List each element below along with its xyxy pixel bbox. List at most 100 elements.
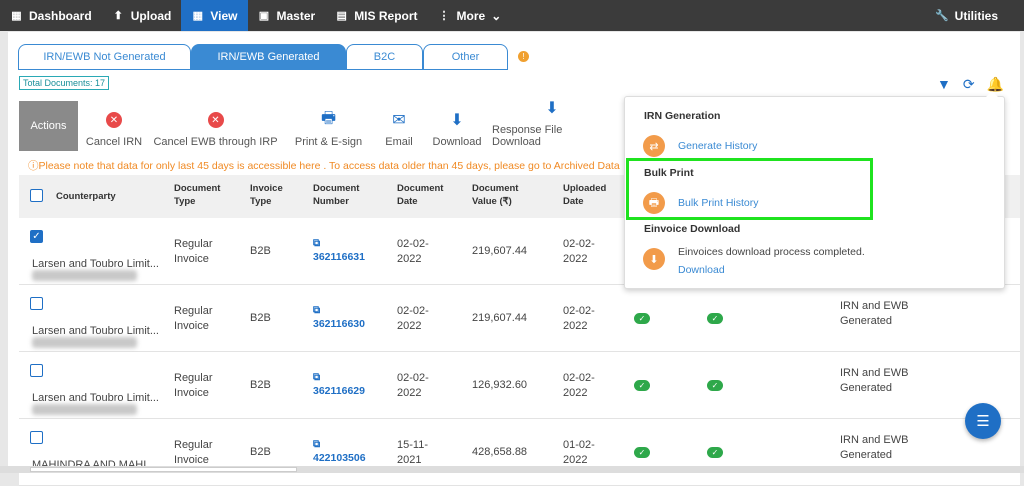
document-number-link[interactable]: ⧉ 362116630 — [313, 305, 365, 332]
generate-history-link[interactable]: Generate History — [678, 140, 757, 152]
tab-other[interactable]: Other — [423, 44, 508, 70]
document-number-link[interactable]: ⧉ 362116631 — [313, 238, 365, 265]
mail-icon: ✉ — [391, 112, 407, 129]
row-checkbox[interactable]: ✓ — [30, 230, 43, 243]
irn-status-check-icon: ✓ — [634, 313, 650, 324]
document-date: 15-11-2021 — [397, 439, 428, 466]
sliders-icon: ☰ — [976, 413, 990, 430]
nav-mis-report[interactable]: ▤ MIS Report — [325, 0, 427, 31]
nav-upload-label: Upload — [130, 8, 172, 23]
status-text: IRN and EWB Generated — [840, 367, 909, 394]
cancel-irn-label: Cancel IRN — [85, 136, 143, 148]
document-number-link[interactable]: ⧉ 362116629 — [313, 372, 365, 399]
chevron-down-icon: ⌄ — [491, 8, 502, 23]
counterparty-name: Larsen and Toubro Limit... — [32, 392, 159, 404]
email-label: Email — [385, 136, 413, 148]
status-text: IRN and EWB Generated — [840, 434, 909, 461]
settings-sliders-button[interactable]: ☰ — [965, 403, 1001, 439]
download-icon: ⬇ — [544, 100, 560, 117]
report-icon: ▤ — [336, 10, 347, 22]
copy-icon: ⧉ — [313, 439, 321, 450]
document-date: 02-02-2022 — [397, 238, 429, 265]
nav-view[interactable]: ▦ View — [181, 0, 248, 31]
table-row[interactable]: Larsen and Toubro Limit... Regular Invoi… — [19, 352, 1020, 419]
cancel-irn-button[interactable]: ✕ Cancel IRN — [78, 101, 150, 151]
uploaded-date: 02-02-2022 — [563, 238, 595, 265]
master-icon: ▣ — [258, 10, 270, 22]
table-row[interactable]: Larsen and Toubro Limit... Regular Invoi… — [19, 285, 1020, 352]
invoice-type: B2B — [250, 379, 271, 391]
cancel-ewb-button[interactable]: ✕ Cancel EWB through IRP — [150, 101, 281, 151]
row-checkbox[interactable] — [30, 364, 43, 377]
copy-icon: ⧉ — [313, 238, 321, 249]
nav-view-label: View — [210, 8, 238, 23]
actions-label: Actions — [19, 101, 78, 151]
document-value: 219,607.44 — [472, 312, 528, 324]
ewb-status-check-icon: ✓ — [707, 380, 723, 391]
einvoice-download-title: Einvoice Download — [644, 223, 741, 235]
nav-utilities[interactable]: 🔧 Utilities — [926, 0, 1008, 31]
header-document-number: Document Number — [313, 183, 360, 207]
tab-b2c[interactable]: B2C — [346, 44, 423, 70]
nav-mis-label: MIS Report — [354, 8, 418, 23]
cancel-icon: ✕ — [207, 112, 224, 128]
copy-icon: ⧉ — [313, 372, 321, 383]
document-value: 126,932.60 — [472, 379, 528, 391]
filter-icon[interactable]: ▼ — [937, 76, 951, 93]
horizontal-scrollbar[interactable] — [0, 466, 1024, 473]
tab-generated[interactable]: IRN/EWB Generated — [191, 44, 346, 70]
nav-upload[interactable]: ⬆ Upload — [102, 0, 182, 31]
scrollbar-thumb[interactable] — [30, 467, 297, 472]
uploaded-date: 02-02-2022 — [563, 372, 595, 399]
document-date: 02-02-2022 — [397, 305, 429, 332]
document-type: Regular Invoice — [174, 238, 213, 265]
history-icon: ⇄ — [643, 135, 665, 157]
download-label: Download — [432, 136, 482, 148]
document-number-link[interactable]: ⧉ 422103506 — [313, 439, 366, 466]
nav-dashboard-label: Dashboard — [29, 8, 92, 23]
email-button[interactable]: ✉ Email — [376, 101, 422, 151]
document-number: 362116631 — [313, 251, 365, 263]
nav-more-label: More — [456, 8, 486, 23]
refresh-icon[interactable]: ⟳ — [963, 76, 975, 93]
invoice-type: B2B — [250, 245, 271, 257]
row-checkbox[interactable] — [30, 297, 43, 310]
invoice-type: B2B — [250, 312, 271, 324]
irn-status-check-icon: ✓ — [634, 380, 650, 391]
bulk-print-highlight — [626, 158, 873, 220]
irn-status-check-icon: ✓ — [634, 447, 650, 458]
info-icon: ⓘ — [28, 160, 39, 172]
top-navbar: ▦ Dashboard ⬆ Upload ▦ View ▣ Master ▤ MIS Re… — [0, 0, 1024, 31]
download-button[interactable]: ⬇ Download — [422, 101, 492, 151]
uploaded-date: 02-02-2022 — [563, 305, 595, 332]
gstin-redacted — [32, 270, 137, 281]
ewb-status-check-icon: ✓ — [707, 447, 723, 458]
counterparty-name: Larsen and Toubro Limit... — [32, 258, 159, 270]
nav-dashboard[interactable]: ▦ Dashboard — [0, 0, 102, 31]
nav-master[interactable]: ▣ Master — [248, 0, 326, 31]
header-uploaded-date: Uploaded Date — [563, 183, 607, 207]
upload-icon: ⬆ — [113, 10, 123, 22]
einvoice-download-link[interactable]: Download — [678, 264, 725, 276]
nav-master-label: Master — [276, 8, 316, 23]
document-type: Regular Invoice — [174, 305, 213, 332]
select-all-checkbox[interactable] — [30, 189, 43, 202]
wrench-icon: 🔧 — [935, 10, 950, 22]
document-date: 02-02-2022 — [397, 372, 429, 399]
tab-not-generated[interactable]: IRN/EWB Not Generated — [18, 44, 191, 70]
counterparty-name: Larsen and Toubro Limit... — [32, 325, 159, 337]
nav-more[interactable]: ⋮ More ⌄ — [428, 0, 512, 31]
printer-icon: 🖶 — [320, 109, 337, 128]
response-file-download-button[interactable]: ⬇ Response File Download — [492, 100, 612, 151]
ewb-status-check-icon: ✓ — [707, 313, 723, 324]
document-number: 362116629 — [313, 385, 365, 397]
print-esign-label: Print & E-sign — [294, 136, 363, 148]
download-icon: ⬇ — [449, 112, 465, 129]
row-checkbox[interactable] — [30, 431, 43, 444]
gstin-redacted — [32, 337, 137, 348]
invoice-type: B2B — [250, 446, 271, 458]
document-value: 219,607.44 — [472, 245, 528, 257]
table-row[interactable]: MAHINDRA AND MAHI... Regular Invoice B2B… — [19, 419, 1020, 486]
einvoice-message: Einvoices download process completed. — [678, 246, 865, 258]
print-esign-button[interactable]: 🖶 Print & E-sign — [281, 101, 376, 151]
